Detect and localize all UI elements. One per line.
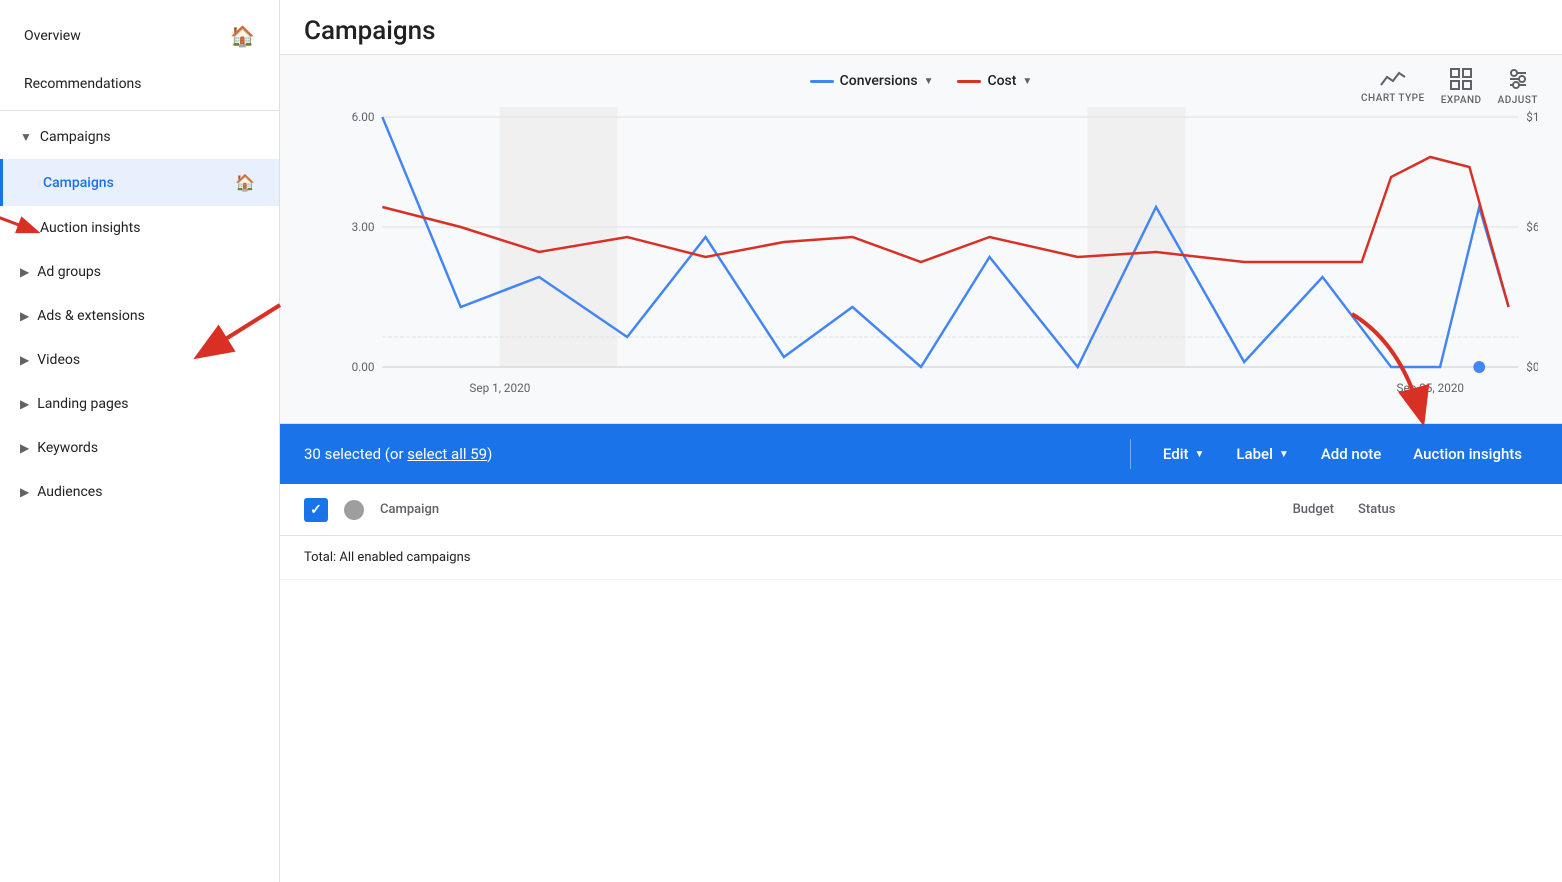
svg-text:3.00: 3.00 xyxy=(352,220,375,234)
adjust-tool[interactable]: ADJUST xyxy=(1498,67,1538,106)
adjust-icon xyxy=(1506,67,1530,91)
sidebar-item-label: Auction insights xyxy=(40,220,140,236)
sidebar-item-label: Ads & extensions xyxy=(37,308,145,324)
column-header-status: Status xyxy=(1358,502,1478,517)
table-area: ✓ Campaign Budget Status Total: All enab… xyxy=(280,484,1562,882)
table-header: ✓ Campaign Budget Status xyxy=(280,484,1562,536)
chart-type-icon xyxy=(1379,67,1407,89)
sidebar-item-label: Recommendations xyxy=(24,76,142,92)
column-header-campaign: Campaign xyxy=(380,502,1238,517)
expand-tool[interactable]: EXPAND xyxy=(1441,67,1482,106)
selected-count-text: 30 selected (or select all 59) xyxy=(304,445,1114,463)
auction-insights-button[interactable]: Auction insights xyxy=(1397,437,1538,471)
action-bar-divider xyxy=(1130,439,1131,469)
sidebar-item-campaigns[interactable]: Campaigns 🏠 xyxy=(0,159,279,206)
svg-text:$1,200.00: $1,200.00 xyxy=(1526,110,1538,124)
action-bar: 30 selected (or select all 59) Edit ▼ La… xyxy=(280,424,1562,484)
main-content: Campaigns Conversions ▼ Cost ▼ xyxy=(280,0,1562,882)
column-header-budget: Budget xyxy=(1238,502,1358,517)
legend-label-conversions: Conversions xyxy=(840,73,918,89)
svg-text:Sep 1, 2020: Sep 1, 2020 xyxy=(469,381,530,395)
chart-controls: Conversions ▼ Cost ▼ CHART TYPE xyxy=(304,67,1538,95)
svg-text:6.00: 6.00 xyxy=(352,110,375,124)
chart-type-tool[interactable]: CHART TYPE xyxy=(1361,67,1425,104)
select-all-link[interactable]: select all 59 xyxy=(407,445,487,463)
svg-text:Sep 25, 2020: Sep 25, 2020 xyxy=(1397,381,1464,395)
sidebar-item-ad-groups[interactable]: ▶ Ad groups xyxy=(0,250,279,294)
sidebar-item-label: Videos xyxy=(37,352,80,368)
chart-tools: CHART TYPE EXPAND xyxy=(1361,67,1538,106)
legend-chevron-conversions: ▼ xyxy=(924,76,934,87)
sidebar-item-landing-pages[interactable]: ▶ Landing pages xyxy=(0,382,279,426)
page-title: Campaigns xyxy=(304,16,1538,46)
select-all-checkbox[interactable]: ✓ xyxy=(304,498,328,522)
legend-line-red xyxy=(957,80,981,83)
chevron-right-icon: ▶ xyxy=(20,309,29,323)
svg-text:0.00: 0.00 xyxy=(352,360,375,374)
legend-label-cost: Cost xyxy=(987,73,1016,89)
svg-text:$600.00: $600.00 xyxy=(1526,220,1538,234)
sidebar-item-label: Overview xyxy=(24,28,81,44)
status-dot-header xyxy=(344,500,364,520)
sidebar-item-videos[interactable]: ▶ Videos xyxy=(0,338,279,382)
chevron-down-icon: ▼ xyxy=(20,130,32,144)
table-row: Total: All enabled campaigns xyxy=(280,536,1562,580)
sidebar: Overview 🏠 Recommendations ▼ Campaigns C… xyxy=(0,0,280,882)
adjust-label: ADJUST xyxy=(1498,95,1538,106)
sidebar-item-auction-insights[interactable]: Auction insights xyxy=(0,206,279,250)
sidebar-item-label: Ad groups xyxy=(37,264,101,280)
action-bar-wrapper: 30 selected (or select all 59) Edit ▼ La… xyxy=(280,424,1562,484)
legend-chevron-cost: ▼ xyxy=(1022,76,1032,87)
chevron-right-icon: ▶ xyxy=(20,485,29,499)
sidebar-item-label: Landing pages xyxy=(37,396,128,412)
chevron-right-icon: ▶ xyxy=(20,265,29,279)
sidebar-item-audiences[interactable]: ▶ Audiences xyxy=(0,470,279,514)
sidebar-item-label: Audiences xyxy=(37,484,102,500)
home-icon: 🏠 xyxy=(230,24,255,48)
chart-svg-container: 6.00 3.00 0.00 $1,200.00 $600.00 $0.00 S… xyxy=(304,107,1538,407)
page-header: Campaigns xyxy=(280,0,1562,55)
edit-button[interactable]: Edit ▼ xyxy=(1147,437,1221,471)
svg-text:$0.00: $0.00 xyxy=(1526,360,1538,374)
chart-type-label: CHART TYPE xyxy=(1361,93,1425,104)
row-total-text: Total: All enabled campaigns xyxy=(304,550,1538,565)
chevron-right-icon: ▶ xyxy=(20,441,29,455)
legend-cost[interactable]: Cost ▼ xyxy=(945,67,1044,95)
sidebar-item-label: Campaigns xyxy=(43,175,114,191)
sidebar-item-overview[interactable]: Overview 🏠 xyxy=(0,10,279,62)
sidebar-item-label: Campaigns xyxy=(40,129,111,145)
legend-line-blue xyxy=(810,80,834,83)
sidebar-item-label: Keywords xyxy=(37,440,98,456)
expand-label: EXPAND xyxy=(1441,95,1482,106)
label-chevron: ▼ xyxy=(1279,449,1289,460)
chart-svg: 6.00 3.00 0.00 $1,200.00 $600.00 $0.00 S… xyxy=(304,107,1538,407)
chart-area: Conversions ▼ Cost ▼ CHART TYPE xyxy=(280,55,1562,424)
chevron-right-icon: ▶ xyxy=(20,397,29,411)
legend-conversions[interactable]: Conversions ▼ xyxy=(798,67,946,95)
sidebar-item-keywords[interactable]: ▶ Keywords xyxy=(0,426,279,470)
sidebar-item-recommendations[interactable]: Recommendations xyxy=(0,62,279,106)
expand-icon xyxy=(1449,67,1473,91)
edit-chevron: ▼ xyxy=(1195,449,1205,460)
sidebar-item-ads-extensions[interactable]: ▶ Ads & extensions xyxy=(0,294,279,338)
house-icon: 🏠 xyxy=(235,173,255,192)
chevron-right-icon: ▶ xyxy=(20,353,29,367)
sidebar-item-campaigns-group[interactable]: ▼ Campaigns xyxy=(0,115,279,159)
label-button[interactable]: Label ▼ xyxy=(1220,437,1304,471)
add-note-button[interactable]: Add note xyxy=(1305,437,1397,471)
